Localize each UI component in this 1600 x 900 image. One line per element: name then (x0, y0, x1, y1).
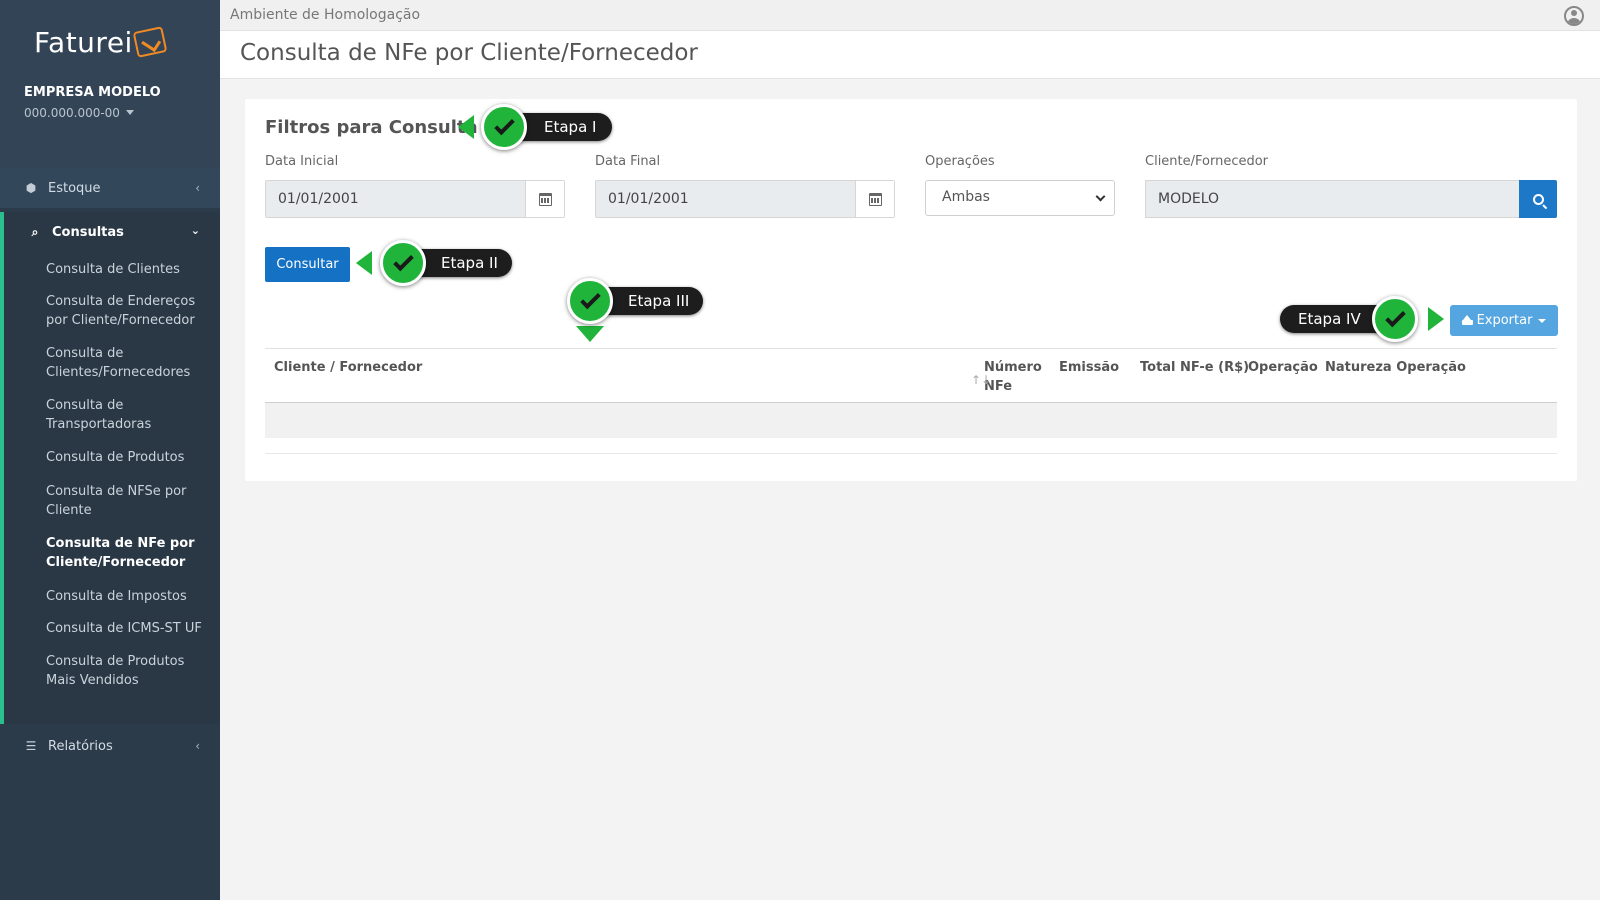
chevron-down-icon: ⌄ (190, 224, 200, 237)
operacoes-label: Operações (925, 154, 995, 169)
list-icon: ☰ (25, 739, 37, 753)
step-arrow (356, 251, 372, 275)
company-selector[interactable]: 000.000.000-00 (24, 106, 134, 120)
sidebar-item-relatorios[interactable]: ☰ Relatórios ‹ (0, 726, 220, 766)
upload-icon (1461, 315, 1473, 326)
page-title: Consulta de NFe por Cliente/Fornecedor (240, 40, 698, 66)
calendar-icon (538, 192, 552, 206)
data-inicial-label: Data Inicial (265, 154, 339, 169)
checkmark-icon (392, 250, 414, 272)
column-header-natureza[interactable]: Natureza Operação (1325, 358, 1466, 377)
sidebar-item-consulta-transportadoras[interactable]: Consulta de Transportadoras (4, 396, 220, 434)
chevron-left-icon: ‹ (195, 181, 200, 195)
sidebar-item-consulta-nfse[interactable]: Consulta de NFSe por Cliente (4, 482, 220, 520)
operacoes-select[interactable]: Ambas (925, 180, 1115, 216)
cliente-fornecedor-label: Cliente/Fornecedor (1145, 154, 1269, 169)
search-icon: ⌕ (31, 225, 39, 239)
search-icon (1532, 193, 1544, 205)
company-name: EMPRESA MODELO (24, 85, 161, 100)
step-arrow (458, 115, 474, 139)
user-account-icon[interactable] (1564, 6, 1584, 26)
sidebar-item-consultas[interactable]: ⌕ Consultas ⌄ (4, 212, 220, 252)
sidebar-group-consultas: ⌕ Consultas ⌄ Consulta de Clientes Consu… (0, 212, 220, 724)
logo-icon (132, 26, 168, 58)
brand-area: Faturei EMPRESA MODELO 000.000.000-00 (0, 0, 220, 168)
step-1-check (481, 104, 527, 150)
data-inicial-input[interactable] (266, 181, 526, 217)
sidebar-item-consulta-icms-st[interactable]: Consulta de ICMS-ST UF (4, 619, 220, 638)
data-final-calendar-button[interactable] (856, 181, 894, 217)
sidebar: Faturei EMPRESA MODELO 000.000.000-00 ⬢ … (0, 0, 220, 900)
chevron-left-icon: ‹ (195, 739, 200, 753)
data-final-label: Data Final (595, 154, 661, 169)
column-header-cliente[interactable]: Cliente / Fornecedor (274, 358, 422, 377)
data-inicial-group (265, 180, 565, 218)
step-4-check (1372, 296, 1418, 342)
step-arrow (1428, 307, 1444, 331)
top-bar: Ambiente de Homologação (220, 0, 1600, 31)
sidebar-item-consulta-produtos[interactable]: Consulta de Produtos (4, 448, 220, 467)
chevron-down-icon (1095, 191, 1106, 202)
data-final-group (595, 180, 895, 218)
sidebar-item-consulta-nfe[interactable]: Consulta de NFe por Cliente/Fornecedor (4, 534, 220, 572)
data-final-input[interactable] (596, 181, 856, 217)
sidebar-item-estoque[interactable]: ⬢ Estoque ‹ (0, 168, 220, 208)
filters-title: Filtros para Consulta (265, 117, 478, 138)
environment-label: Ambiente de Homologação (230, 7, 421, 23)
caret-down-icon (125, 110, 134, 115)
filters-panel: Filtros para Consulta Data Inicial Data … (245, 99, 1577, 481)
sidebar-item-consulta-impostos[interactable]: Consulta de Impostos (4, 587, 220, 606)
step-2-check (380, 240, 426, 286)
consultar-button[interactable]: Consultar (265, 247, 350, 282)
column-header-total[interactable]: Total NF-e (R$) (1140, 358, 1249, 377)
column-header-numero-nfe[interactable]: Número NFe (984, 358, 1042, 396)
exportar-button[interactable]: Exportar (1450, 305, 1558, 336)
sidebar-item-consulta-clientes[interactable]: Consulta de Clientes (4, 260, 220, 279)
checkmark-icon (493, 114, 515, 136)
caret-down-icon (1538, 318, 1547, 323)
data-inicial-calendar-button[interactable] (526, 181, 564, 217)
faturei-logo[interactable]: Faturei (34, 26, 168, 59)
results-table: Cliente / Fornecedor Número NFe Emissão T… (265, 348, 1557, 454)
column-header-operacao[interactable]: Operação (1248, 358, 1318, 377)
title-bar: Consulta de NFe por Cliente/Fornecedor (220, 31, 1600, 79)
checkmark-icon (579, 288, 601, 310)
cliente-fornecedor-group (1145, 180, 1557, 218)
sidebar-item-consulta-mais-vendidos[interactable]: Consulta de Produtos Mais Vendidos (4, 652, 220, 690)
cliente-fornecedor-input[interactable] (1145, 180, 1519, 218)
step-arrow (576, 326, 604, 342)
column-header-emissao[interactable]: Emissão (1059, 358, 1119, 377)
sidebar-item-consulta-clientes-fornecedores[interactable]: Consulta de Clientes/Fornecedores (4, 344, 220, 382)
step-3-check (567, 278, 613, 324)
sidebar-item-consulta-enderecos[interactable]: Consulta de Endereços por Cliente/Fornec… (4, 292, 220, 330)
cliente-search-button[interactable] (1519, 180, 1557, 218)
cube-icon: ⬢ (25, 181, 37, 195)
calendar-icon (868, 192, 882, 206)
sort-icon[interactable]: ↑↓ (971, 373, 991, 387)
table-row (265, 403, 1557, 438)
checkmark-icon (1384, 306, 1406, 328)
